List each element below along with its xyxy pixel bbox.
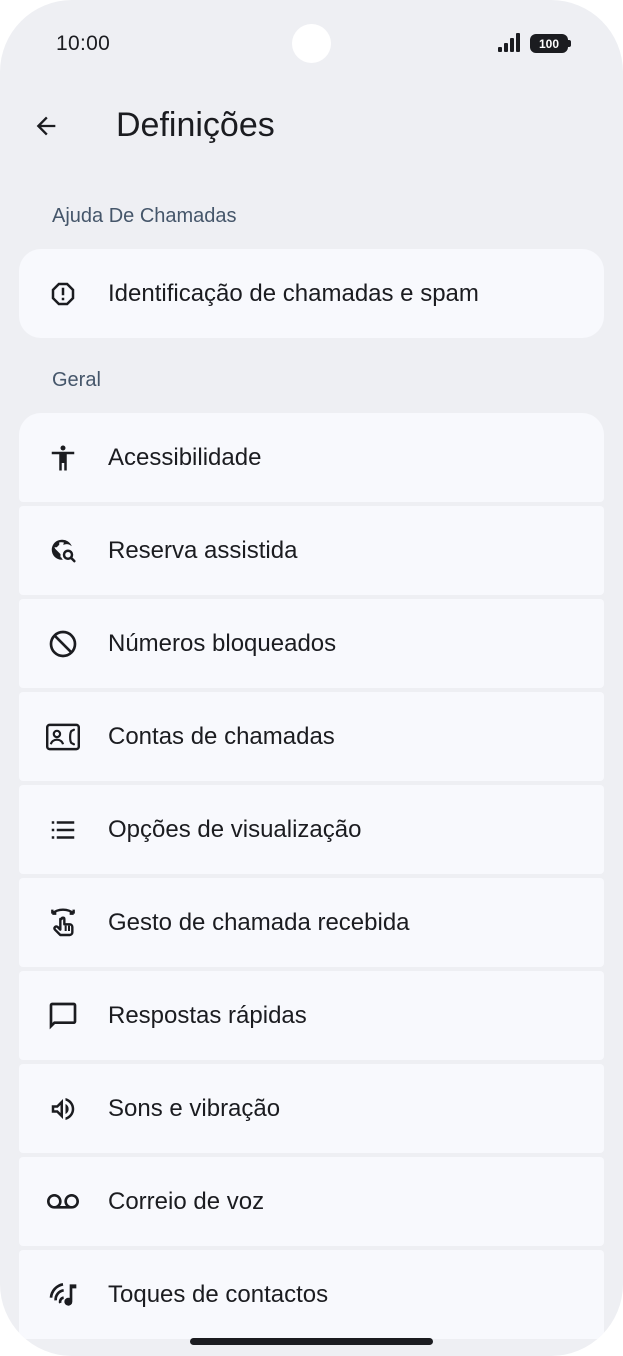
settings-item-display-options[interactable]: Opções de visualização [19, 785, 604, 874]
volume-icon [46, 1092, 80, 1126]
settings-item-label: Sons e vibração [108, 1094, 281, 1122]
contact-phone-icon [46, 720, 80, 754]
settings-item-label: Respostas rápidas [108, 1001, 307, 1029]
section-header-call-assist: Ajuda De Chamadas [52, 205, 237, 227]
accessibility-icon [46, 441, 80, 475]
app-bar: Definições [0, 90, 623, 170]
swipe-gesture-icon [46, 906, 80, 940]
settings-item-incoming-call-gesture[interactable]: Gesto de chamada recebida [19, 878, 604, 967]
status-time: 10:00 [56, 32, 111, 55]
settings-item-label: Números bloqueados [108, 629, 337, 657]
list-icon [46, 813, 80, 847]
settings-item-contact-ringtones[interactable]: Toques de contactos [19, 1250, 604, 1339]
signal-icon [497, 33, 523, 53]
travel-explore-icon [46, 534, 80, 568]
page-title: Definições [116, 106, 275, 144]
arrow-back-icon [32, 112, 60, 140]
settings-item-sounds-vibration[interactable]: Sons e vibração [19, 1064, 604, 1153]
settings-item-label: Contas de chamadas [108, 722, 335, 750]
settings-item-label: Gesto de chamada recebida [108, 908, 410, 936]
chat-bubble-icon [46, 999, 80, 1033]
settings-item-accessibility[interactable]: Acessibilidade [19, 413, 604, 502]
block-icon [46, 627, 80, 661]
phone-screen: 10:00 100 Definições Ajuda De Chamadas I… [0, 0, 623, 1356]
settings-item-label: Toques de contactos [108, 1280, 329, 1308]
settings-item-label: Correio de voz [108, 1187, 265, 1215]
settings-item-voicemail[interactable]: Correio de voz [19, 1157, 604, 1246]
settings-item-assisted-booking[interactable]: Reserva assistida [19, 506, 604, 595]
section-header-general: Geral [52, 369, 101, 391]
camera-cutout [292, 24, 331, 63]
battery-icon: 100 [530, 34, 571, 53]
home-indicator[interactable] [190, 1338, 433, 1345]
voicemail-icon [46, 1185, 80, 1219]
settings-item-calling-accounts[interactable]: Contas de chamadas [19, 692, 604, 781]
ringtone-icon [46, 1278, 80, 1312]
settings-item-caller-id-spam[interactable]: Identificação de chamadas e spam [19, 249, 604, 338]
status-bar: 10:00 100 [0, 0, 623, 90]
report-octagon-icon [46, 277, 80, 311]
settings-item-label: Identificação de chamadas e spam [108, 279, 479, 307]
settings-item-quick-responses[interactable]: Respostas rápidas [19, 971, 604, 1060]
settings-item-label: Opções de visualização [108, 815, 362, 843]
settings-item-label: Reserva assistida [108, 536, 298, 564]
back-button[interactable] [26, 106, 66, 146]
settings-item-blocked-numbers[interactable]: Números bloqueados [19, 599, 604, 688]
settings-item-label: Acessibilidade [108, 443, 262, 471]
